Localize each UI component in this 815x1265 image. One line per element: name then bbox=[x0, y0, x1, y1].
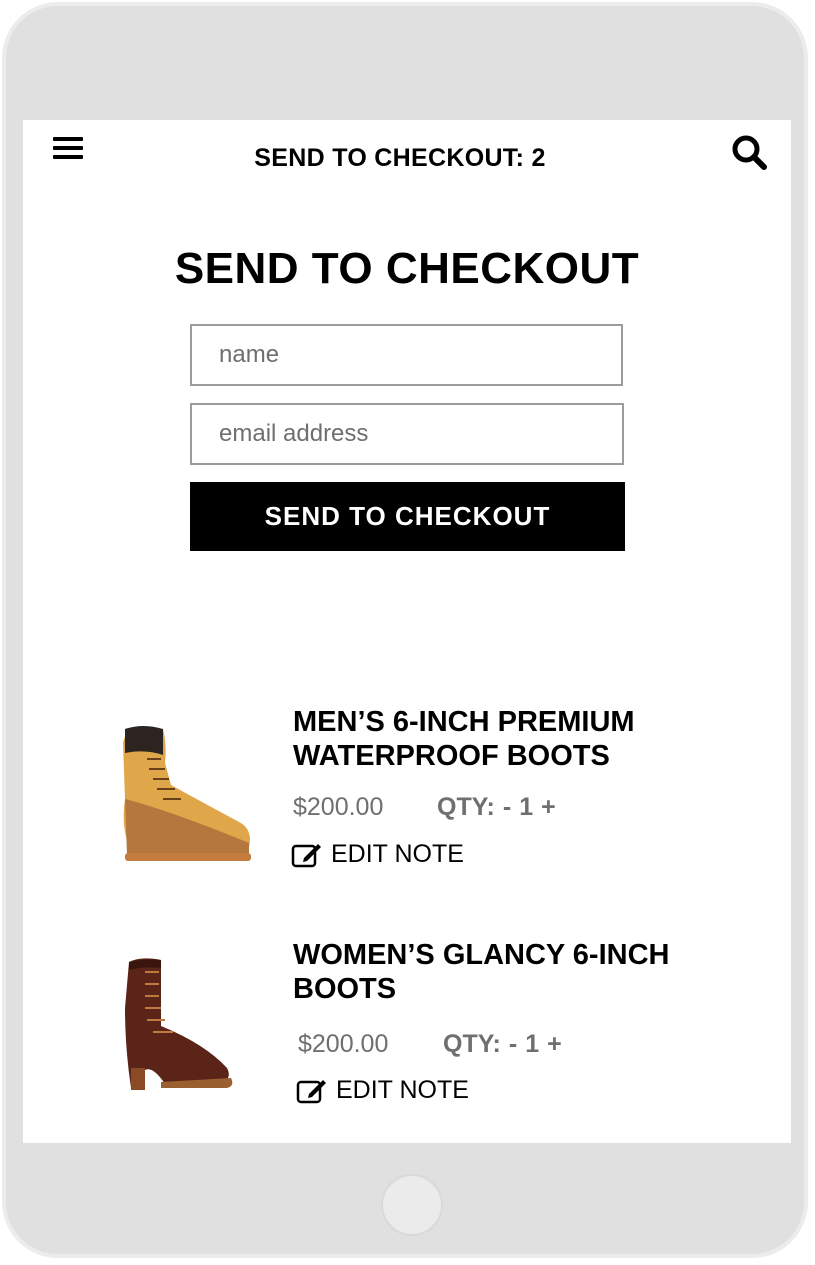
name-input[interactable] bbox=[190, 324, 623, 386]
send-to-checkout-button[interactable]: SEND TO CHECKOUT bbox=[190, 482, 625, 551]
product-title[interactable]: WOMEN’S GLANCY 6-INCH BOOTS bbox=[293, 938, 733, 1006]
form-heading: SEND TO CHECKOUT bbox=[174, 244, 640, 293]
product-title[interactable]: MEN’S 6-INCH PREMIUM WATERPROOF BOOTS bbox=[293, 705, 733, 773]
product-price: $200.00 bbox=[298, 1030, 389, 1058]
qty-label: QTY: bbox=[443, 1030, 501, 1058]
cart-item: MEN’S 6-INCH PREMIUM WATERPROOF BOOTS $2… bbox=[23, 705, 791, 905]
cart-item: WOMEN’S GLANCY 6-INCH BOOTS $200.00 QTY:… bbox=[23, 938, 791, 1138]
brown-leather-heeled-boot-image bbox=[125, 958, 233, 1090]
page-title: SEND TO CHECKOUT: 2 bbox=[254, 144, 546, 172]
qty-decrease-button[interactable]: - bbox=[503, 793, 511, 822]
product-price: $200.00 bbox=[293, 793, 384, 821]
email-input[interactable] bbox=[190, 403, 624, 465]
edit-note-label: EDIT NOTE bbox=[331, 840, 464, 868]
qty-increase-button[interactable]: + bbox=[541, 793, 556, 822]
app-screen: SEND TO CHECKOUT: 2 SEND TO CHECKOUT SEN… bbox=[23, 120, 791, 1143]
qty-value: 1 bbox=[519, 793, 534, 821]
qty-increase-button[interactable]: + bbox=[547, 1030, 562, 1059]
wheat-nubuck-work-boot-image bbox=[123, 726, 251, 861]
edit-note-label: EDIT NOTE bbox=[336, 1076, 469, 1104]
qty-label: QTY: bbox=[437, 793, 495, 821]
qty-value: 1 bbox=[525, 1030, 540, 1058]
edit-note-button[interactable]: EDIT NOTE bbox=[296, 1076, 469, 1105]
edit-note-button[interactable]: EDIT NOTE bbox=[291, 840, 464, 869]
quantity-stepper: QTY: - 1 + bbox=[443, 1030, 562, 1059]
qty-decrease-button[interactable]: - bbox=[509, 1030, 517, 1059]
edit-note-icon bbox=[296, 1079, 326, 1103]
edit-note-icon bbox=[291, 843, 321, 867]
search-icon[interactable] bbox=[729, 132, 769, 172]
quantity-stepper: QTY: - 1 + bbox=[437, 793, 556, 822]
home-button[interactable] bbox=[381, 1174, 443, 1236]
